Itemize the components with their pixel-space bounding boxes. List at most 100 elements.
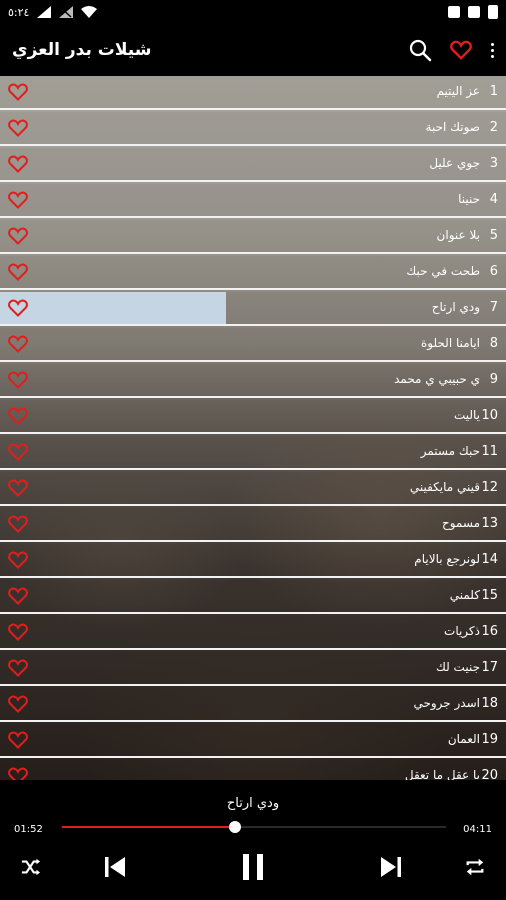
track-row[interactable]: 10 ياليت [0, 400, 506, 434]
track-title: قيني مايكفيني [409, 480, 480, 494]
track-number: 20 [481, 768, 498, 780]
track-title: حنينا [458, 192, 480, 206]
track-row[interactable]: 18 اسدر جروحي [0, 688, 506, 722]
track-row[interactable]: 5 بلا عنوان [0, 220, 506, 254]
duration-time: 04:11 [463, 824, 492, 835]
favorite-heart-icon[interactable] [8, 514, 28, 534]
shuffle-button[interactable] [14, 850, 48, 884]
page-title: شيلات بدر العزي [12, 40, 152, 60]
favorite-heart-icon[interactable] [8, 622, 28, 642]
favorite-heart-icon[interactable] [8, 658, 28, 678]
now-playing-title: ودي ارتاح [226, 796, 280, 811]
track-row[interactable]: 11 حبك مستمر [0, 436, 506, 470]
track-number: 6 [489, 264, 498, 279]
track-number: 9 [489, 372, 498, 387]
track-row[interactable]: 20 يا عقل ما تعقل [0, 760, 506, 780]
track-number: 4 [489, 192, 498, 207]
seek-thumb[interactable] [228, 821, 241, 833]
favorites-heart-icon[interactable] [450, 40, 472, 60]
image-icon [468, 6, 480, 18]
favorite-heart-icon[interactable] [8, 478, 28, 498]
shuffle-icon [21, 858, 41, 876]
repeat-button[interactable] [458, 850, 492, 884]
track-title: كلمني [449, 588, 480, 602]
track-row[interactable]: 1 عز اليتيم [0, 76, 506, 110]
favorite-heart-icon[interactable] [8, 226, 28, 246]
track-row[interactable]: 9 ي حبيبي ي محمد [0, 364, 506, 398]
current-time: 01:52 [14, 824, 43, 835]
track-row[interactable]: 17 جنيت لك [0, 652, 506, 686]
track-number: 14 [481, 552, 498, 567]
favorite-heart-icon[interactable] [8, 370, 28, 390]
track-title: طحت في حبك [406, 264, 480, 278]
favorite-heart-icon[interactable] [8, 406, 28, 426]
track-number: 19 [481, 732, 498, 747]
seek-bar[interactable] [62, 821, 446, 833]
favorite-heart-icon[interactable] [8, 766, 28, 780]
track-number: 8 [489, 336, 498, 351]
track-row[interactable]: 14 لونرجع بالايام [0, 544, 506, 578]
track-title: جنيت لك [435, 660, 480, 674]
track-title: يا عقل ما تعقل [404, 768, 480, 780]
track-row[interactable]: 15 كلمني [0, 580, 506, 614]
track-list: 1 عز اليتيم 2 صوتك احبة 3 جوي عليل 4 حنينا 5 بلا … [0, 76, 506, 780]
track-title: عز اليتيم [436, 84, 480, 98]
pause-icon [243, 854, 263, 880]
track-row[interactable]: 6 طحت في حبك [0, 256, 506, 290]
favorite-heart-icon[interactable] [8, 298, 28, 318]
status-time: ٥:٢٤ [8, 5, 30, 19]
track-title: جوي عليل [429, 156, 480, 170]
search-icon[interactable] [408, 38, 432, 62]
favorite-heart-icon[interactable] [8, 118, 28, 138]
track-row[interactable]: 19 العمان [0, 724, 506, 758]
previous-button[interactable] [98, 850, 132, 884]
track-title: ي حبيبي ي محمد [394, 372, 480, 386]
track-row[interactable]: 4 حنينا [0, 184, 506, 218]
track-row[interactable]: 16 ذكريات [0, 616, 506, 650]
more-options-icon[interactable] [490, 42, 494, 58]
wifi-icon [81, 6, 98, 18]
favorite-heart-icon[interactable] [8, 82, 28, 102]
track-number: 16 [481, 624, 498, 639]
favorite-heart-icon[interactable] [8, 586, 28, 606]
track-number: 7 [489, 300, 498, 315]
seek-progress [62, 826, 235, 828]
status-bar: ٥:٢٤ [0, 0, 506, 24]
track-number: 13 [481, 516, 498, 531]
track-row[interactable]: 2 صوتك احبة [0, 112, 506, 146]
track-number: 18 [481, 696, 498, 711]
track-title: ايامنا الحلوة [420, 336, 480, 350]
track-row[interactable]: 8 ايامنا الحلوة [0, 328, 506, 362]
favorite-heart-icon[interactable] [8, 550, 28, 570]
signal-icon [37, 6, 52, 18]
favorite-heart-icon[interactable] [8, 694, 28, 714]
track-number: 10 [481, 408, 498, 423]
track-title: لونرجع بالايام [414, 552, 480, 566]
track-number: 1 [489, 84, 498, 99]
track-title: ودي ارتاح [431, 300, 480, 314]
next-button[interactable] [374, 850, 408, 884]
skip-previous-icon [105, 857, 125, 877]
track-row[interactable]: 12 قيني مايكفيني [0, 472, 506, 506]
track-number: 12 [481, 480, 498, 495]
favorite-heart-icon[interactable] [8, 442, 28, 462]
repeat-icon [466, 858, 484, 876]
favorite-heart-icon[interactable] [8, 154, 28, 174]
track-title: اسدر جروحي [413, 696, 480, 710]
track-number: 3 [489, 156, 498, 171]
track-title: صوتك احبة [425, 120, 480, 134]
track-row[interactable]: 3 جوي عليل [0, 148, 506, 182]
favorite-heart-icon[interactable] [8, 190, 28, 210]
track-title: ذكريات [444, 624, 480, 638]
favorite-heart-icon[interactable] [8, 262, 28, 282]
track-title: بلا عنوان [436, 228, 480, 242]
track-row[interactable]: 13 مسموح [0, 508, 506, 542]
track-number: 5 [489, 228, 498, 243]
track-row[interactable]: 7 ودي ارتاح [0, 292, 506, 326]
favorite-heart-icon[interactable] [8, 730, 28, 750]
no-signal-icon [59, 6, 74, 18]
pause-button[interactable] [236, 850, 270, 884]
favorite-heart-icon[interactable] [8, 334, 28, 354]
track-title: العمان [447, 732, 480, 746]
battery-icon [488, 5, 498, 19]
